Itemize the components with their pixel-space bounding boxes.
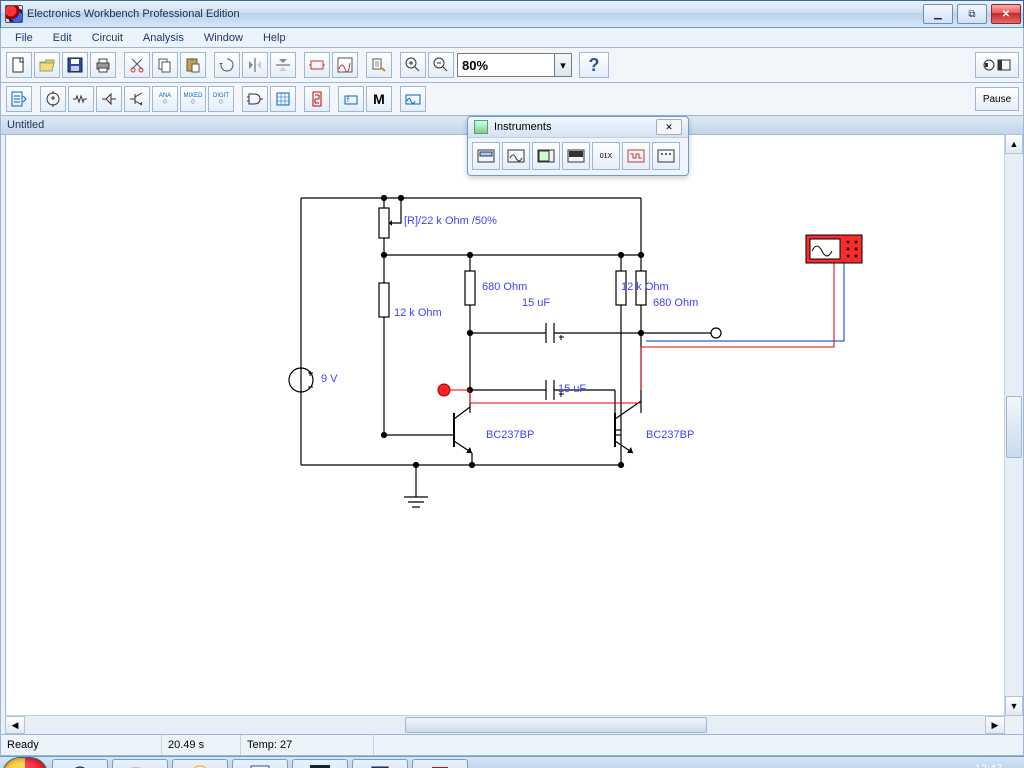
taskbar-explorer[interactable] <box>112 759 168 768</box>
zoom-out-button[interactable] <box>428 52 454 78</box>
hscroll-thumb[interactable] <box>405 717 707 733</box>
status-bar: Ready 20.49 s Temp: 27 <box>0 735 1024 756</box>
scroll-left-button[interactable]: ◀ <box>5 716 25 734</box>
horizontal-scrollbar[interactable]: ◀ ▶ <box>5 715 1005 734</box>
r12k-b-label: 12 k Ohm <box>621 281 669 293</box>
controls-bin-button[interactable]: f <box>338 86 364 112</box>
instruments-bin-button[interactable] <box>400 86 426 112</box>
favourites-bin-button[interactable] <box>6 86 32 112</box>
logic-gates-bin-button[interactable] <box>242 86 268 112</box>
taskbar: W EN ▲ 12:47 14.04.2010 <box>0 756 1024 768</box>
diodes-bin-button[interactable] <box>96 86 122 112</box>
svg-text:f: f <box>347 97 349 104</box>
zoom-input[interactable]: 80% <box>457 53 555 77</box>
oscilloscope-button[interactable] <box>532 142 560 170</box>
document-area: Untitled <box>0 116 1024 735</box>
menu-edit[interactable]: Edit <box>43 30 82 46</box>
taskbar-ewb[interactable] <box>292 759 348 768</box>
pot-label: [R]/22 k Ohm /50% <box>404 215 497 227</box>
r680-b-label: 680 Ohm <box>653 297 698 309</box>
source-label: 9 V <box>321 373 338 385</box>
multimeter-button[interactable] <box>472 142 500 170</box>
taskbar-save[interactable] <box>352 759 408 768</box>
taskbar-wmp[interactable] <box>172 759 228 768</box>
open-button[interactable] <box>34 52 60 78</box>
logic-converter-button[interactable] <box>652 142 680 170</box>
flip-v-button[interactable] <box>270 52 296 78</box>
analog-ics-bin-button[interactable]: ANA◇ <box>152 86 178 112</box>
bode-plotter-button[interactable] <box>562 142 590 170</box>
scroll-right-button[interactable]: ▶ <box>985 716 1005 734</box>
start-button[interactable] <box>2 757 48 768</box>
menu-bar: File Edit Circuit Analysis Window Help <box>0 28 1024 48</box>
graph-button[interactable] <box>332 52 358 78</box>
circuit-canvas[interactable]: 9 V [R]/22 k Ohm /50% 12 k Ohm 680 Ohm 1… <box>5 134 1005 716</box>
vertical-scrollbar[interactable]: ▲ ▼ <box>1004 134 1023 716</box>
mixed-ics-bin-button[interactable]: MIXED◇ <box>180 86 206 112</box>
r12k-a-label: 12 k Ohm <box>394 307 442 319</box>
help-button[interactable]: ? <box>579 52 609 78</box>
instruments-titlebar[interactable]: Instruments ✕ <box>468 117 688 138</box>
cut-button[interactable] <box>124 52 150 78</box>
close-button[interactable]: ✕ <box>991 4 1021 24</box>
menu-help[interactable]: Help <box>253 30 296 46</box>
logic-analyzer-button[interactable] <box>622 142 650 170</box>
function-generator-button[interactable] <box>502 142 530 170</box>
menu-analysis[interactable]: Analysis <box>133 30 194 46</box>
r680-a-label: 680 Ohm <box>482 281 527 293</box>
window-titlebar: Electronics Workbench Professional Editi… <box>0 0 1024 28</box>
sources-bin-button[interactable] <box>40 86 66 112</box>
digital-ics-bin-button[interactable]: DIGIT◇ <box>208 86 234 112</box>
taskbar-adobe[interactable] <box>412 759 468 768</box>
tray-clock[interactable]: 12:47 14.04.2010 <box>961 763 1016 768</box>
instruments-close-button[interactable]: ✕ <box>656 119 682 135</box>
maximize-button[interactable]: ⧉ <box>957 4 987 24</box>
copy-button[interactable] <box>152 52 178 78</box>
component-properties-button[interactable] <box>366 52 392 78</box>
rotate-button[interactable] <box>214 52 240 78</box>
taskbar-word[interactable]: W <box>232 759 288 768</box>
status-temp: Temp: 27 <box>241 735 374 755</box>
schematic-svg <box>6 135 1005 716</box>
subcircuit-button[interactable] <box>304 52 330 78</box>
indicators-bin-button[interactable] <box>304 86 330 112</box>
zoom-in-button[interactable] <box>400 52 426 78</box>
scroll-up-button[interactable]: ▲ <box>1005 134 1023 154</box>
digital-bin-button[interactable] <box>270 86 296 112</box>
vscroll-thumb[interactable] <box>1006 396 1022 458</box>
status-time: 20.49 s <box>162 735 241 755</box>
pause-button[interactable]: Pause <box>975 87 1019 111</box>
word-generator-button[interactable]: 01X <box>592 142 620 170</box>
minimize-button[interactable]: ▁ <box>923 4 953 24</box>
zoom-dropdown[interactable]: ▾ <box>555 53 572 77</box>
flip-h-button[interactable] <box>242 52 268 78</box>
toolbar-main: 80% ▾ ? <box>0 48 1024 83</box>
new-button[interactable] <box>6 52 32 78</box>
scroll-down-button[interactable]: ▼ <box>1005 696 1023 716</box>
print-button[interactable] <box>90 52 116 78</box>
window-title: Electronics Workbench Professional Editi… <box>27 8 240 20</box>
instruments-icon <box>474 120 488 134</box>
menu-circuit[interactable]: Circuit <box>82 30 133 46</box>
menu-file[interactable]: File <box>5 30 43 46</box>
c1-label: 15 uF <box>522 297 550 309</box>
app-icon <box>5 5 23 23</box>
q2-label: BC237BP <box>646 429 694 441</box>
menu-window[interactable]: Window <box>194 30 253 46</box>
transistors-bin-button[interactable] <box>124 86 150 112</box>
activate-button[interactable] <box>975 52 1019 78</box>
miscellaneous-bin-button[interactable]: M <box>366 86 392 112</box>
clock-time: 12:47 <box>961 763 1016 768</box>
instruments-window[interactable]: Instruments ✕ 01X <box>467 116 689 176</box>
q1-label: BC237BP <box>486 429 534 441</box>
instruments-title: Instruments <box>494 121 551 133</box>
basic-bin-button[interactable] <box>68 86 94 112</box>
taskbar-ie[interactable] <box>52 759 108 768</box>
toolbar-components: ANA◇ MIXED◇ DIGIT◇ f M Pause <box>0 83 1024 116</box>
c2-label: 15 uF <box>558 383 586 395</box>
status-ready: Ready <box>1 735 162 755</box>
save-button[interactable] <box>62 52 88 78</box>
paste-button[interactable] <box>180 52 206 78</box>
